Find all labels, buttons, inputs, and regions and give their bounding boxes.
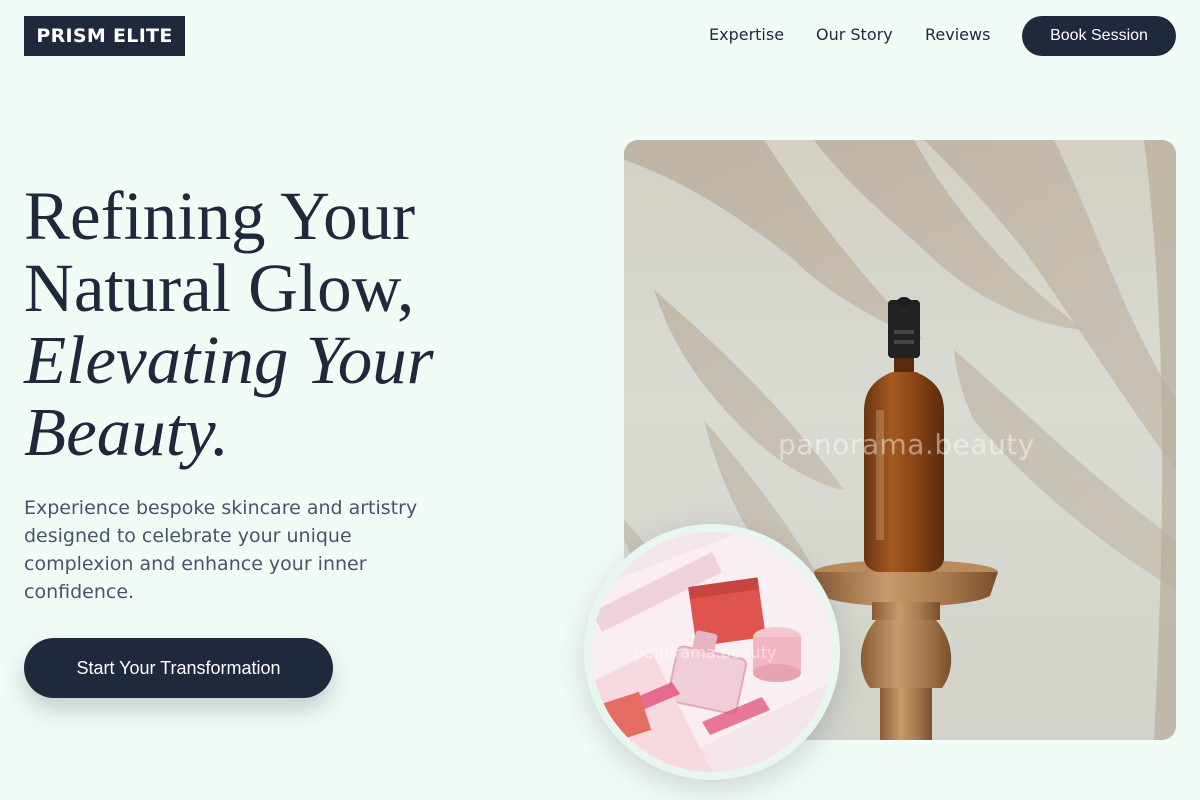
headline-line-1: Refining Your [24,178,416,254]
headline-italic-line-1: Elevating Your [24,322,434,398]
hero-headline: Refining Your Natural Glow, Elevating Yo… [24,180,544,468]
hero-image-watermark: panorama.beauty [778,428,1035,461]
headline-italic-line-2: Beauty. [24,394,230,470]
book-session-button[interactable]: Book Session [1022,16,1176,56]
start-transformation-button[interactable]: Start Your Transformation [24,638,333,698]
nav-link-our-story[interactable]: Our Story [816,24,893,46]
headline-line-2: Natural Glow, [24,250,415,326]
hero-subtext: Experience bespoke skincare and artistry… [24,497,418,603]
circle-image-watermark: panorama.beauty [634,643,777,662]
brand-logo[interactable]: PRISM ELITE [24,16,185,56]
nav-link-reviews[interactable]: Reviews [925,24,990,46]
nav-link-expertise[interactable]: Expertise [709,24,784,46]
page: PRISM ELITE Expertise Our Story Reviews … [0,0,1200,800]
